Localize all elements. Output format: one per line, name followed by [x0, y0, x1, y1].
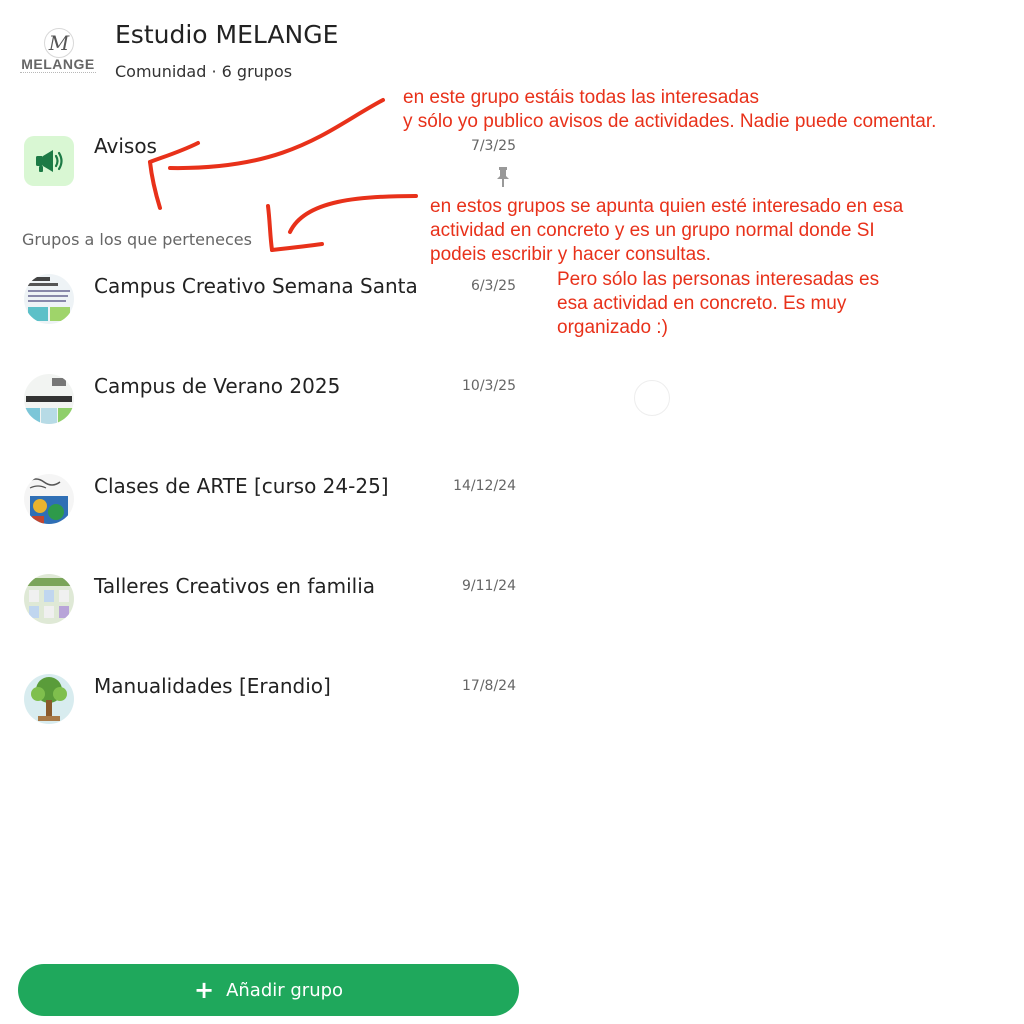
group-row[interactable]: Clases de ARTE [curso 24-25] 14/12/24 — [0, 462, 540, 542]
group-name: Clases de ARTE [curso 24-25] — [94, 474, 389, 498]
add-group-button[interactable]: + Añadir grupo — [18, 964, 519, 1016]
group-row[interactable]: Campus Creativo Semana Santa 6/3/25 — [0, 262, 540, 342]
community-logo-text: MELANGE — [21, 56, 95, 72]
group-avatar — [24, 274, 74, 324]
annotation-line: organizado :) — [557, 317, 668, 338]
annotation-line: en estos grupos se apunta quien esté int… — [430, 196, 904, 217]
group-avatar — [24, 474, 74, 524]
group-name: Talleres Creativos en familia — [94, 574, 376, 598]
annotation-note-3: Pero sólo las personas interesadas es es… — [557, 268, 879, 340]
group-date: 9/11/24 — [462, 578, 516, 594]
group-date: 10/3/25 — [462, 378, 516, 394]
group-name: Campus Creativo Semana Santa — [94, 274, 418, 298]
annotation-arrowhead-2a — [266, 204, 274, 252]
group-date: 6/3/25 — [470, 278, 516, 294]
annotation-line: en este grupo estáis todas las interesad… — [403, 87, 759, 108]
group-name: Manualidades [Erandio] — [94, 674, 331, 698]
group-name: Campus de Verano 2025 — [94, 374, 341, 398]
logo-divider — [20, 72, 96, 79]
community-subtitle: Comunidad · 6 grupos — [115, 62, 293, 81]
group-date: 17/8/24 — [462, 678, 516, 694]
announcements-group-date: 7/3/25 — [470, 138, 516, 154]
group-date: 14/12/24 — [453, 478, 516, 494]
annotation-note-1: en este grupo estáis todas las interesad… — [403, 86, 936, 134]
scroll-indicator — [634, 380, 670, 416]
annotation-line: y sólo yo publico avisos de actividades.… — [403, 111, 937, 132]
annotation-line: Pero sólo las personas interesadas es — [557, 269, 880, 290]
announcements-group-name: Avisos — [94, 134, 157, 158]
community-header: M MELANGE Estudio MELANGE Comunidad · 6 … — [0, 0, 540, 100]
group-row[interactable]: Talleres Creativos en familia 9/11/24 — [0, 562, 540, 642]
community-title: Estudio MELANGE — [115, 20, 339, 49]
pin-icon — [497, 167, 509, 187]
annotation-line: actividad en concreto y es un grupo norm… — [430, 220, 875, 241]
plus-icon: + — [193, 976, 215, 1004]
annotation-line: esa actividad en concreto. Es muy — [557, 293, 847, 314]
community-logo-icon: M — [44, 28, 74, 58]
annotation-note-2: en estos grupos se apunta quien esté int… — [430, 195, 903, 267]
annotation-arrowhead-2b — [270, 242, 324, 252]
community-screen: M MELANGE Estudio MELANGE Comunidad · 6 … — [0, 0, 1024, 1024]
group-row[interactable]: Campus de Verano 2025 10/3/25 — [0, 362, 540, 442]
group-avatar — [24, 374, 74, 424]
annotation-arrow-2 — [288, 194, 418, 234]
group-avatar — [24, 674, 74, 724]
group-avatar — [24, 574, 74, 624]
section-label: Grupos a los que perteneces — [22, 230, 252, 249]
add-group-label: Añadir grupo — [226, 979, 344, 1001]
annotation-line: podeis escribir y hacer consultas. — [430, 244, 711, 265]
megaphone-icon — [24, 136, 74, 186]
group-row[interactable]: Manualidades [Erandio] 17/8/24 — [0, 662, 540, 742]
